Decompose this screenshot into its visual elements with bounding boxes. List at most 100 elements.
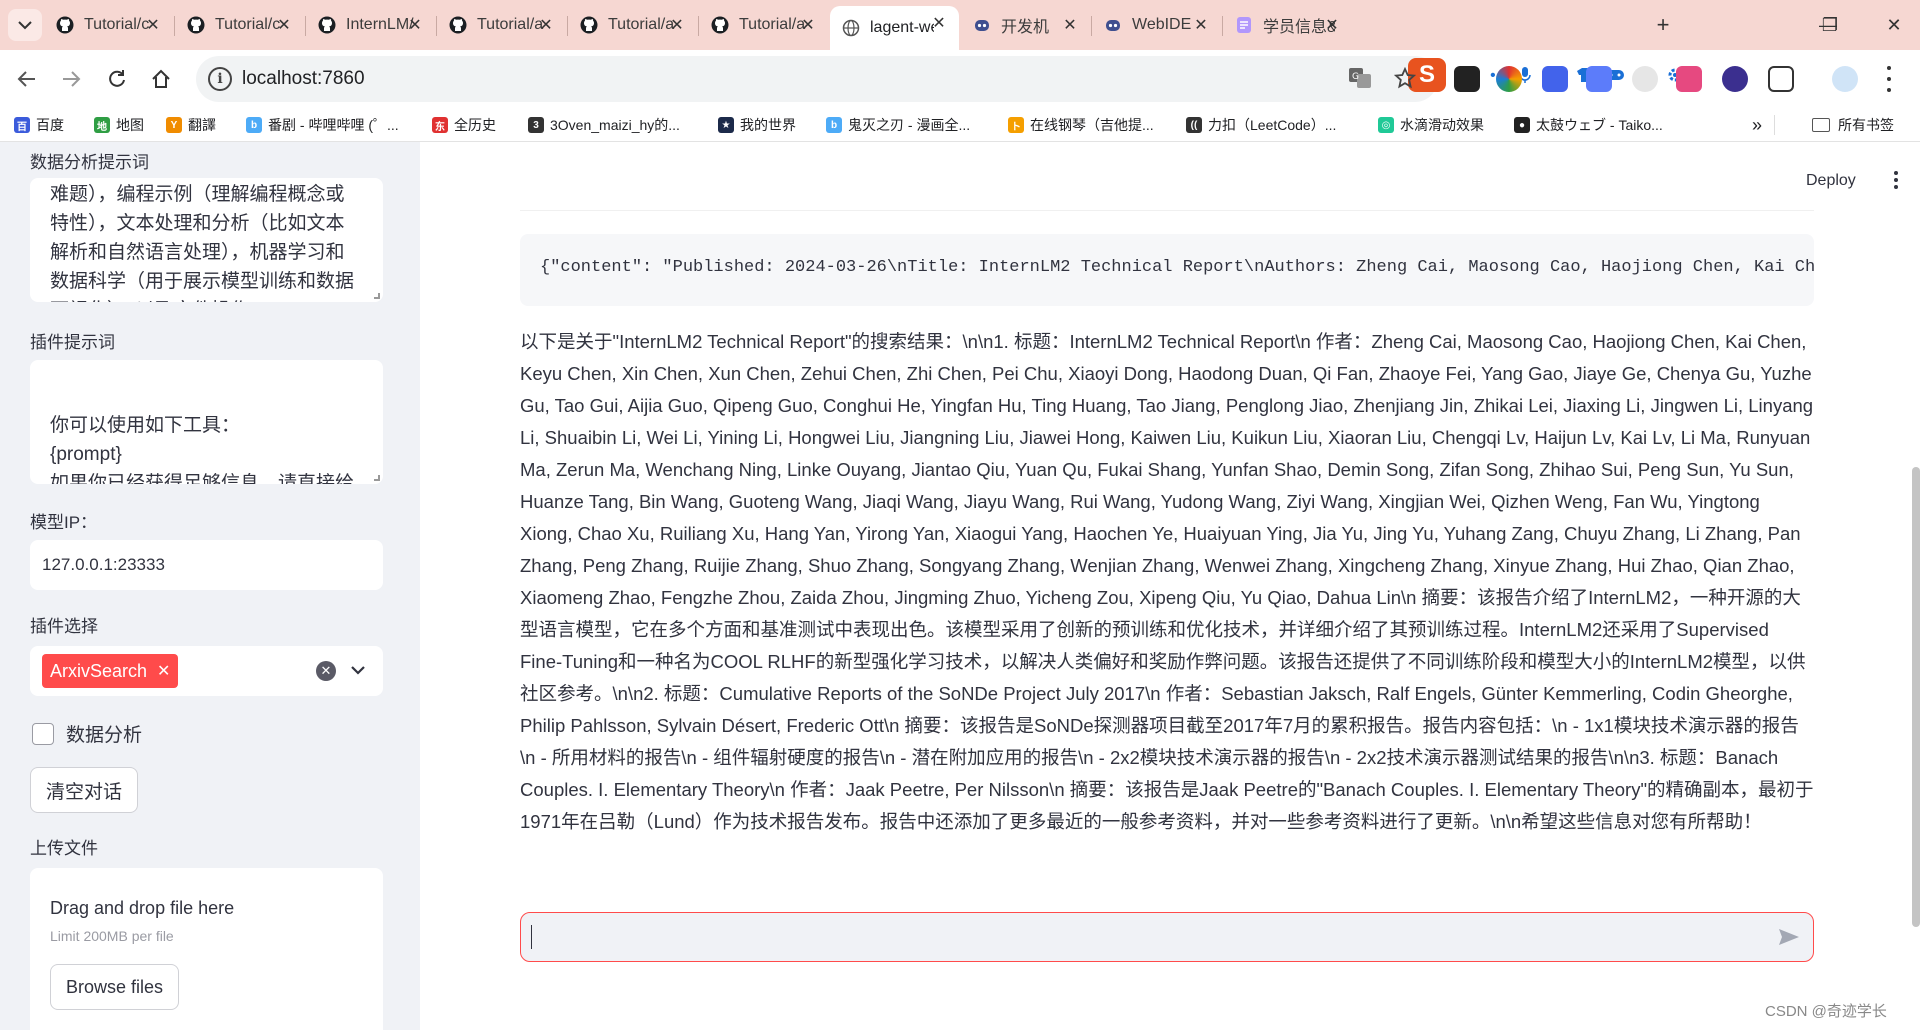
- bookmark-label: 翻譯: [188, 117, 216, 133]
- close-tab-icon[interactable]: ✕: [536, 15, 556, 35]
- reload-icon: [109, 70, 125, 87]
- bookmark-item[interactable]: 百百度: [14, 114, 64, 136]
- bookmarks-bar: 百百度 地地图 Y 翻譯 b 番剧 - 哔哩哔哩 (゜... 东全历史 3 3Oven_maiz…: [0, 108, 1920, 142]
- data-analysis-checkbox-row[interactable]: 数据分析: [32, 720, 142, 747]
- arrow-right-icon: [63, 71, 81, 87]
- bookmark-item[interactable]: ★ 我的世界: [718, 114, 796, 136]
- github-icon: [449, 16, 467, 34]
- arrow-left-icon: [17, 71, 35, 87]
- robot-icon: [973, 16, 991, 34]
- home-button[interactable]: [144, 62, 178, 96]
- bookmark-favicon-icon: 地: [94, 117, 110, 133]
- reload-button[interactable]: [100, 62, 134, 96]
- clear-chat-button[interactable]: 清空对话: [30, 767, 139, 813]
- extension-color-icon[interactable]: [1496, 66, 1522, 92]
- model-ip-input[interactable]: 127.0.0.1:23333: [30, 540, 383, 590]
- clear-selection-icon[interactable]: ✕: [316, 661, 336, 681]
- site-info-icon[interactable]: i: [208, 67, 232, 91]
- maximize-button[interactable]: ❐: [1810, 10, 1850, 40]
- url-text[interactable]: localhost:7860: [242, 68, 365, 90]
- plugin-prompt-textarea[interactable]: 你可以使用如下工具： {prompt} 如果你已经获得足够信息，请直接给出答案.…: [30, 360, 383, 484]
- bookmark-favicon-icon: Y: [166, 117, 182, 133]
- extension-cloud-icon[interactable]: [1632, 66, 1658, 92]
- data-prompt-textarea[interactable]: 难题），编程示例（理解编程概念或特性），文本处理和分析（比如文本解析和自然语言处…: [30, 178, 383, 302]
- plugin-prompt-label: 插件提示词: [30, 333, 115, 352]
- bookmark-item[interactable]: ◎ 水滴滑动效果: [1378, 114, 1484, 136]
- browser-tab[interactable]: WebIDE ✕: [1092, 8, 1221, 42]
- close-tab-icon[interactable]: ✕: [1322, 15, 1342, 35]
- bookmark-favicon-icon: 3: [528, 117, 544, 133]
- bookmark-star-icon[interactable]: [1393, 66, 1418, 91]
- resize-handle[interactable]: [374, 293, 380, 299]
- bookmark-item[interactable]: ト在线钢琴（吉他提...: [1008, 114, 1154, 136]
- plugin-multiselect[interactable]: ArxivSearch ✕ ✕: [30, 646, 383, 696]
- extensions-puzzle-icon[interactable]: [1768, 66, 1794, 92]
- close-tab-icon[interactable]: ✕: [1191, 15, 1211, 35]
- send-button[interactable]: [1775, 924, 1803, 950]
- close-tab-icon[interactable]: ✕: [667, 15, 687, 35]
- close-tab-icon[interactable]: ✕: [798, 15, 818, 35]
- extension-pink-icon[interactable]: [1676, 66, 1702, 92]
- chat-input[interactable]: [520, 912, 1814, 962]
- browser-tab[interactable]: Tutorial/a ✕: [568, 8, 697, 42]
- file-dropzone[interactable]: Drag and drop file here Limit 200MB per …: [30, 868, 383, 1030]
- bookmark-item[interactable]: ((力扣（LeetCode）...: [1186, 114, 1336, 136]
- browser-tab[interactable]: Tutorial/c ✕: [175, 8, 304, 42]
- profile-avatar[interactable]: [1832, 66, 1858, 92]
- bookmark-label: 水滴滑动效果: [1400, 117, 1484, 133]
- address-bar[interactable]: i localhost:7860 S 中 •,: [196, 56, 1682, 102]
- resize-handle[interactable]: [374, 475, 380, 481]
- bookmark-label: 力扣（LeetCode）...: [1208, 117, 1337, 133]
- deploy-button[interactable]: Deploy: [1806, 172, 1856, 190]
- browser-tab[interactable]: Tutorial/a ✕: [699, 8, 828, 42]
- tab-search-button[interactable]: [8, 9, 42, 41]
- remove-chip-icon[interactable]: ✕: [157, 661, 170, 681]
- chevron-down-icon[interactable]: [348, 658, 368, 682]
- scrollbar-thumb[interactable]: [1912, 467, 1920, 927]
- close-window-button[interactable]: ✕: [1874, 10, 1914, 40]
- bookmark-item[interactable]: b 番剧 - 哔哩哔哩 (゜...: [246, 114, 399, 136]
- close-tab-icon[interactable]: ✕: [929, 13, 949, 33]
- dropzone-instructions: Drag and drop file here: [50, 898, 235, 918]
- github-icon: [711, 16, 729, 34]
- browser-tab[interactable]: 开发机 ✕: [961, 8, 1090, 42]
- all-bookmarks-button[interactable]: 所有书签: [1812, 114, 1894, 136]
- extension-mask-icon[interactable]: [1454, 66, 1480, 92]
- data-prompt-text: 难题），编程示例（理解编程概念或特性），文本处理和分析（比如文本解析和自然语言处…: [50, 184, 355, 302]
- send-icon: [1779, 929, 1799, 945]
- browser-tab[interactable]: Tutorial/a ✕: [437, 8, 566, 42]
- bookmark-item[interactable]: ● 太鼓ウェブ - Taiko...: [1514, 114, 1663, 136]
- new-tab-button[interactable]: +: [1648, 10, 1678, 40]
- bookmark-item[interactable]: Y 翻譯: [166, 114, 216, 136]
- close-tab-icon[interactable]: ✕: [1060, 15, 1080, 35]
- browser-tab[interactable]: Tutorial/c ✕: [44, 8, 173, 42]
- bookmark-item[interactable]: b 鬼灭之刃 - 漫画全...: [826, 114, 970, 136]
- bookmark-item[interactable]: 3 3Oven_maizi_hy的...: [528, 114, 680, 136]
- browser-tab[interactable]: lagent-we ✕: [830, 6, 959, 50]
- extension-react-icon[interactable]: [1722, 66, 1748, 92]
- bookmark-label: 在线钢琴（吉他提...: [1030, 117, 1154, 133]
- folder-icon: [1812, 118, 1830, 132]
- close-tab-icon[interactable]: ✕: [405, 15, 425, 35]
- github-icon: [56, 16, 74, 34]
- browser-tab[interactable]: 学员信息& ✕: [1223, 8, 1352, 42]
- bookmark-item[interactable]: 地地图: [94, 114, 144, 136]
- close-tab-icon[interactable]: ✕: [143, 15, 163, 35]
- robot-icon: [1104, 16, 1122, 34]
- data-analysis-checkbox[interactable]: [32, 722, 54, 745]
- browse-files-button[interactable]: Browse files: [50, 964, 180, 1010]
- page-scrollbar[interactable]: [1912, 142, 1920, 1030]
- extension-window-icon[interactable]: [1586, 66, 1612, 92]
- main-menu-button[interactable]: [1886, 168, 1906, 192]
- translate-icon[interactable]: G: [1348, 67, 1374, 91]
- browser-tab-title: lagent-we: [870, 19, 934, 36]
- extension-layers-icon[interactable]: [1542, 66, 1568, 92]
- bookmarks-overflow-button[interactable]: »: [1752, 114, 1762, 136]
- bookmark-item[interactable]: 东全历史: [432, 114, 496, 136]
- forward-button[interactable]: [54, 62, 88, 96]
- browser-tab[interactable]: InternLM/✕: [306, 8, 435, 42]
- browser-menu-button[interactable]: [1884, 66, 1894, 92]
- back-button[interactable]: [10, 62, 44, 96]
- plugin-chip-label: ArxivSearch: [50, 660, 148, 681]
- close-tab-icon[interactable]: ✕: [274, 15, 294, 35]
